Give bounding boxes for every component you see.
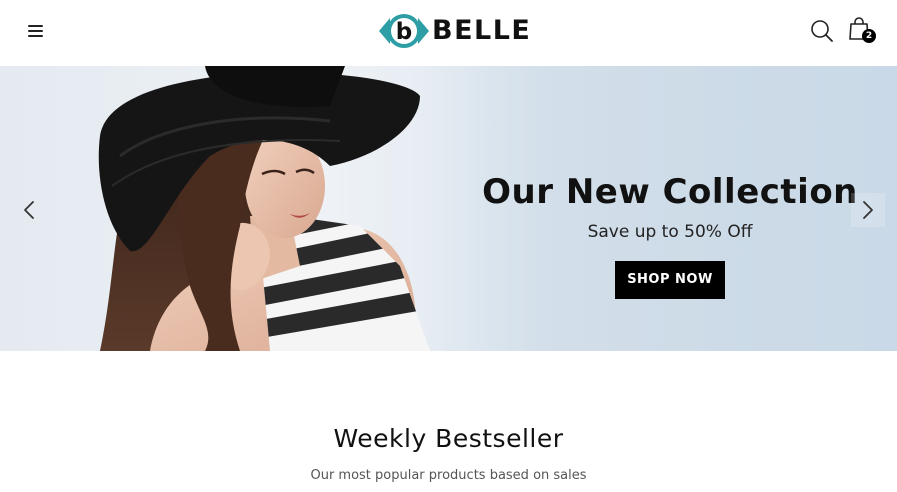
hero-banner: Our New Collection Save up to 50% Off SH… — [0, 66, 897, 351]
site-header: b BELLE 2 — [0, 0, 897, 66]
hero-title: Our New Collection — [482, 172, 858, 212]
logo-text: BELLE — [432, 15, 532, 46]
chevron-right-icon — [863, 201, 873, 219]
search-icon[interactable] — [809, 18, 835, 44]
hero-subtitle: Save up to 50% Off — [587, 222, 753, 242]
hamburger-menu-icon[interactable] — [24, 20, 48, 42]
svg-text:b: b — [396, 19, 412, 45]
cart-button[interactable]: 2 — [848, 16, 878, 46]
section-title: Weekly Bestseller — [333, 424, 564, 453]
hero-content: Our New Collection Save up to 50% Off SH… — [470, 170, 870, 299]
brand-logo[interactable]: b BELLE — [379, 12, 531, 50]
section-subtitle: Our most popular products based on sales — [310, 468, 587, 483]
woman-in-black-hat-photo — [0, 66, 470, 351]
slider-next-button[interactable] — [851, 193, 885, 227]
chevron-left-icon — [24, 201, 34, 219]
shop-now-button[interactable]: SHOP NOW — [615, 261, 725, 299]
slider-prev-button[interactable] — [12, 193, 46, 227]
logo-mark-icon: b — [379, 14, 429, 48]
cart-count-badge: 2 — [862, 29, 876, 43]
